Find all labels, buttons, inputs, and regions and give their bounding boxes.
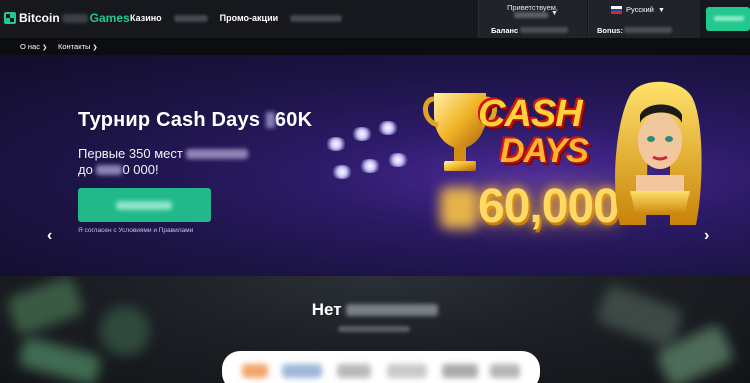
subnav-item-label: Контакты [58,42,91,51]
egyptian-queen-illustration [615,81,702,225]
promo-subtitle-line2-suffix: 0 000! [122,162,159,177]
carousel-next-icon[interactable]: › [704,227,709,245]
promo-title: Турнир Cash Days 60K [78,109,312,132]
promo-banner: CASH DAYS 60,000 Турнир Cash Days 60K Пе… [0,55,750,276]
promo-subtitle: Первые 350 мест до 0 000! [78,146,249,178]
balance-label: Баланс [491,26,519,35]
balance-value-blurred [520,27,568,33]
section-subtitle-blurred [338,326,410,332]
promo-subtitle-line2-prefix: до [78,162,93,177]
banner-art-blurred-currency [440,187,478,229]
logo-icon [4,12,16,24]
payment-method-icon [282,364,322,378]
banner-art-cash: CASH [478,93,583,135]
bonus-label: Bonus: [597,26,623,35]
promo-subtitle-line1: Первые 350 мест [78,146,183,161]
chevron-down-icon[interactable]: ▼ [551,10,558,17]
payment-method-icon [442,364,478,378]
subnav-item-contacts[interactable]: Контакты ❯ [58,42,98,51]
site-logo[interactable]: Bitcoin Games [4,11,130,25]
top-header: Bitcoin Games Казино Промо-акции Приветс… [0,0,750,38]
greeting-text: Приветствуем, [506,3,558,12]
payment-method-icon [387,364,427,378]
chevron-down-icon: ❯ [92,45,98,51]
nav-item-blurred[interactable] [173,14,208,22]
russia-flag-icon [611,6,622,14]
section-title-prefix: Нет [311,300,342,319]
promo-title-prefix: Турнир Cash Days [78,109,261,131]
play-now-button[interactable] [78,188,211,222]
subnav-item-about[interactable]: О нас ❯ [20,42,47,51]
logo-text-secondary: Games [89,11,130,25]
banner-art-amount: 60,000 [478,180,620,233]
promo-subtitle-blurred [186,149,249,159]
language-label: Русский [626,5,654,14]
payment-method-icon [337,364,371,378]
logo-text-primary: Bitcoin [19,11,60,25]
terms-notice[interactable]: Я согласен с Условиями и Правилами [78,227,193,234]
promo-title-blurred [265,112,275,128]
decorative-card [17,336,103,383]
language-selector[interactable]: Русский ▼ [626,5,665,14]
nav-item-promotions[interactable]: Промо-акции [220,13,279,23]
payment-method-icon [242,364,268,378]
play-button-label-blurred [116,201,172,210]
logo-blurred-part [61,13,88,23]
nav-item-blurred[interactable] [290,14,343,22]
section-title: Нет [0,300,750,320]
username-blurred [514,12,548,18]
login-button-label-blurred [714,16,744,21]
section-title-blurred [346,304,439,316]
buy-crypto-section: Нет [0,276,750,383]
promo-title-suffix: 60K [274,109,313,131]
bonus-value-blurred [624,27,672,33]
payment-methods-bar[interactable] [222,351,540,383]
promo-subtitle-blurred [96,165,123,175]
payment-method-icon [490,364,520,378]
secondary-nav: О нас ❯ Контакты ❯ [0,38,750,55]
nav-item-casino[interactable]: Казино [130,13,162,23]
carousel-prev-icon[interactable]: ‹ [47,227,52,245]
main-nav: Казино Промо-акции [130,13,354,23]
banner-art-days: DAYS [500,132,589,170]
chevron-down-icon: ▼ [657,7,665,14]
subnav-item-label: О нас [20,42,40,51]
chevron-down-icon: ❯ [42,45,48,51]
